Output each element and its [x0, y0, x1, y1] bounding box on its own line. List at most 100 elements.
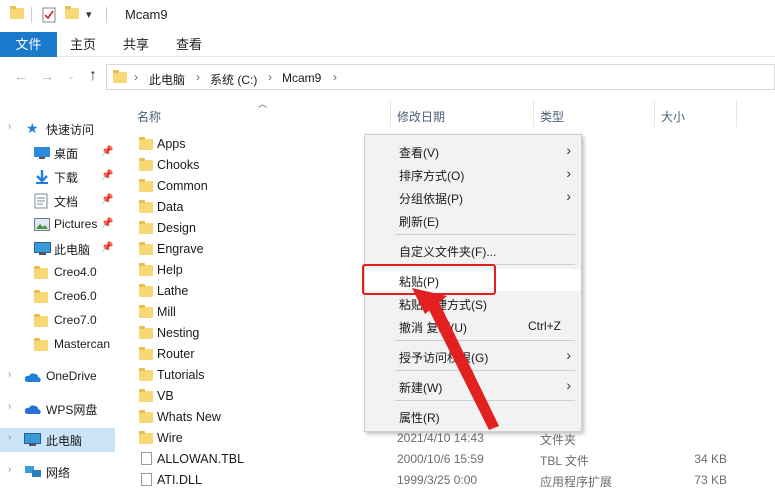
file-name: VB: [157, 389, 174, 403]
menu-item-label: 分组依据(P): [399, 192, 463, 206]
menu-item-new[interactable]: 新建(W) ›: [365, 375, 581, 397]
column-header-size[interactable]: 大小: [661, 108, 685, 125]
tab-file[interactable]: 文件: [0, 32, 57, 57]
file-date: 2021/4/10 14:43: [397, 431, 484, 445]
folder-icon: [139, 158, 153, 174]
breadcrumb-this-pc[interactable]: 此电脑: [149, 71, 185, 88]
menu-item-refresh[interactable]: 刷新(E): [365, 209, 581, 231]
column-header-type[interactable]: 类型: [540, 108, 564, 125]
folder-icon: [34, 338, 48, 354]
file-name: ALLOWAN.TBL: [157, 452, 245, 466]
recent-locations-chevron-icon[interactable]: ⌄: [62, 67, 80, 85]
window-title: Mcam9: [125, 7, 168, 22]
expand-chevron-icon[interactable]: ›: [8, 401, 11, 412]
column-divider[interactable]: [654, 101, 655, 127]
nav-item-label: 下载: [54, 171, 79, 185]
file-name: ATI.DLL: [157, 473, 202, 487]
folder-icon: [139, 263, 153, 279]
address-bar[interactable]: › 此电脑 › 系统 (C:) › Mcam9 ›: [106, 64, 775, 90]
menu-item-sort-by[interactable]: 排序方式(O) ›: [365, 163, 581, 185]
column-header-date[interactable]: 修改日期: [397, 108, 445, 125]
sort-ascending-icon: ︿: [258, 99, 268, 109]
file-date: 2000/10/6 15:59: [397, 452, 484, 466]
nav-item-label: 此电脑: [54, 243, 91, 257]
ribbon-tabs: 文件 主页 共享 查看: [0, 32, 775, 57]
nav-item-creo70[interactable]: Creo7.0: [0, 309, 116, 333]
folder-icon: [139, 431, 153, 447]
folder-icon: [139, 368, 153, 384]
expand-chevron-icon[interactable]: ›: [8, 121, 11, 132]
file-name: Tutorials: [157, 368, 205, 382]
menu-item-label: 刷新(E): [399, 215, 439, 229]
back-arrow-icon[interactable]: ←: [12, 67, 30, 85]
folder-icon: [139, 242, 153, 258]
breadcrumb-separator[interactable]: ›: [268, 70, 272, 84]
breadcrumb-separator[interactable]: ›: [134, 70, 138, 84]
menu-item-shortcut: Ctrl+Z: [528, 319, 561, 333]
menu-item-paste-shortcut[interactable]: 粘贴快捷方式(S): [365, 292, 581, 314]
tab-view[interactable]: 查看: [168, 32, 210, 57]
submenu-arrow-icon: ›: [566, 347, 571, 363]
column-divider[interactable]: [736, 101, 737, 127]
breadcrumb-mcam9[interactable]: Mcam9: [282, 71, 321, 85]
menu-item-properties[interactable]: 属性(R): [365, 405, 581, 427]
star-icon: ★: [26, 120, 39, 136]
list-item[interactable]: ALLOWAN.TBL 2000/10/6 15:59 TBL 文件 34 KB: [133, 449, 775, 470]
expand-chevron-icon[interactable]: ›: [8, 432, 11, 443]
nav-item-label: Mastercan: [54, 337, 111, 351]
breadcrumb-system-c[interactable]: 系统 (C:): [210, 71, 257, 88]
nav-item-label: 此电脑: [46, 434, 83, 448]
menu-item-view[interactable]: 查看(V) ›: [365, 140, 581, 162]
nav-item-onedrive[interactable]: › OneDrive: [0, 365, 116, 389]
nav-item-pictures[interactable]: Pictures 📌: [0, 213, 116, 237]
new-folder-icon[interactable]: [65, 6, 79, 22]
file-name: Wire: [157, 431, 183, 445]
column-header-name[interactable]: 名称: [137, 108, 161, 125]
nav-item-documents[interactable]: 文档 📌: [0, 189, 116, 213]
file-date: 1999/3/25 0:00: [397, 473, 478, 487]
divider: [106, 7, 107, 23]
breadcrumb-separator[interactable]: ›: [196, 70, 200, 84]
up-arrow-icon[interactable]: ↑: [84, 67, 102, 85]
menu-item-give-access[interactable]: 授予访问权限(G) ›: [365, 345, 581, 367]
menu-item-undo-copy[interactable]: 撤消 复制(U) Ctrl+Z: [365, 315, 581, 337]
nav-item-desktop[interactable]: 桌面 📌: [0, 141, 116, 165]
file-size: 73 KB: [694, 473, 727, 487]
file-name: Design: [157, 221, 196, 235]
folder-icon: [139, 410, 153, 426]
nav-item-creo60[interactable]: Creo6.0: [0, 285, 116, 309]
navigation-pane: › ★ 快速访问 桌面 📌 下载 📌 文档 📌 Pictures 📌 此电脑 📌…: [0, 97, 118, 481]
nav-item-downloads[interactable]: 下载 📌: [0, 165, 116, 189]
nav-quick-access[interactable]: › ★ 快速访问: [0, 117, 116, 141]
customize-quick-access-dropdown[interactable]: ▾: [86, 8, 92, 21]
nav-item-label: 桌面: [54, 147, 79, 161]
tab-share[interactable]: 共享: [115, 32, 157, 57]
column-divider[interactable]: [390, 101, 391, 127]
title-bar: ▾ Mcam9: [0, 0, 775, 32]
file-name: Mill: [157, 305, 176, 319]
pin-icon: 📌: [101, 194, 114, 205]
folder-icon: [34, 314, 48, 330]
column-divider[interactable]: [533, 101, 534, 127]
nav-item-mastercam[interactable]: Mastercan: [0, 333, 116, 357]
expand-chevron-icon[interactable]: ›: [8, 464, 11, 475]
nav-item-creo40[interactable]: Creo4.0: [0, 261, 116, 285]
menu-item-customize-folder[interactable]: 自定义文件夹(F)...: [365, 239, 581, 261]
forward-arrow-icon[interactable]: →: [38, 67, 56, 85]
nav-item-this-pc-pinned[interactable]: 此电脑 📌: [0, 237, 116, 261]
properties-icon[interactable]: [42, 7, 56, 23]
nav-item-label: OneDrive: [46, 369, 97, 383]
folder-icon: [139, 200, 153, 216]
nav-item-label: WPS网盘: [46, 403, 98, 417]
nav-item-network[interactable]: › 网络: [0, 460, 116, 484]
expand-chevron-icon[interactable]: ›: [8, 369, 11, 380]
tab-home[interactable]: 主页: [62, 32, 104, 57]
nav-item-label: Creo4.0: [54, 265, 97, 279]
nav-item-label: Creo7.0: [54, 313, 97, 327]
menu-item-group-by[interactable]: 分组依据(P) ›: [365, 186, 581, 208]
menu-separator: [395, 340, 575, 341]
nav-item-wps[interactable]: › WPS网盘: [0, 397, 116, 421]
file-type: 文件夹: [540, 433, 577, 447]
nav-item-this-pc[interactable]: › 此电脑: [0, 428, 115, 452]
breadcrumb-separator[interactable]: ›: [333, 70, 337, 84]
